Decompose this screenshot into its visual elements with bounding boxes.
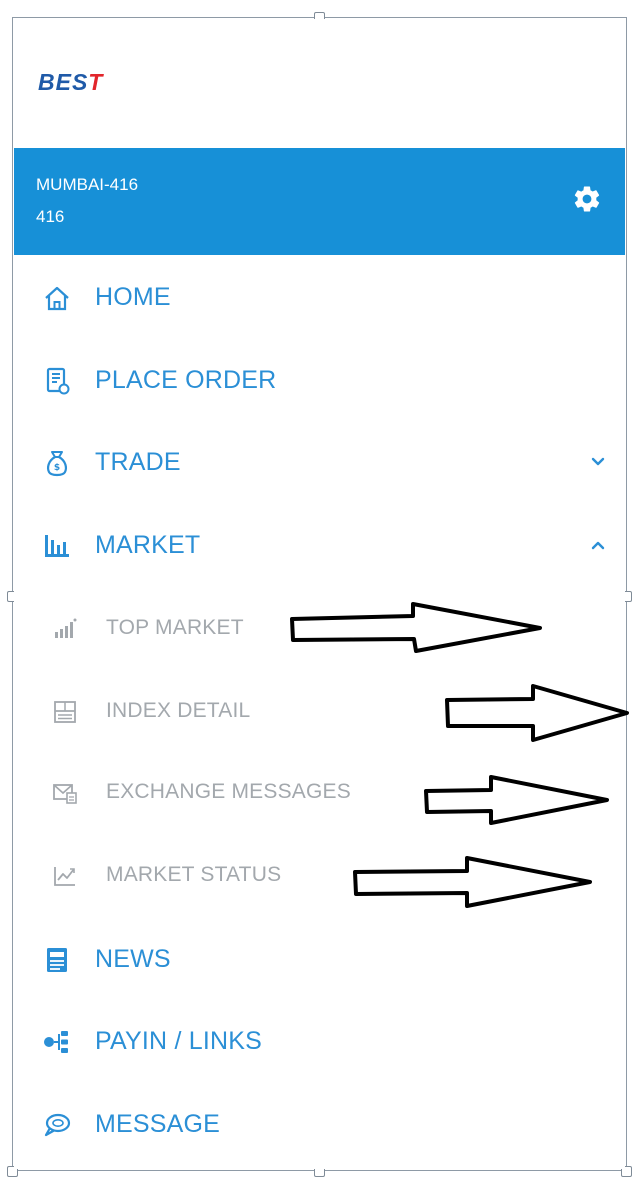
news-document-icon <box>47 948 67 972</box>
menu-item-label: PLACE ORDER <box>95 366 277 394</box>
submenu-item-label: EXCHANGE MESSAGES <box>106 780 351 803</box>
menu-item-label: HOME <box>95 283 171 311</box>
gear-icon[interactable] <box>572 184 602 214</box>
index-grid-icon <box>54 701 76 723</box>
chat-bubble-icon <box>44 1113 71 1137</box>
menu-item-label: MESSAGE <box>95 1110 221 1138</box>
submenu-item-index-detail[interactable]: INDEX DETAIL <box>14 682 625 742</box>
account-name: MUMBAI-416 <box>36 175 139 194</box>
menu-item-trade[interactable]: $ TRADE <box>14 433 625 493</box>
chevron-up-icon[interactable] <box>588 535 608 555</box>
money-bag-icon: $ <box>47 451 67 477</box>
order-receipt-icon <box>46 367 70 395</box>
menu-item-message[interactable]: MESSAGE <box>14 1095 625 1155</box>
submenu-item-exchange-messages[interactable]: EXCHANGE MESSAGES <box>14 763 625 823</box>
menu-item-label: TRADE <box>95 448 181 476</box>
brand-logo-accent: T <box>88 69 104 95</box>
chevron-down-icon[interactable] <box>588 452 608 472</box>
submenu-item-label: TOP MARKET <box>106 616 244 639</box>
submenu-item-market-status[interactable]: MARKET STATUS <box>14 846 625 906</box>
side-menu-panel: BEST MUMBAI-416 416 HOME PLACE ORDER $ T… <box>14 19 625 1169</box>
envelope-icon <box>53 784 77 804</box>
brand-logo: BEST <box>38 69 103 96</box>
menu-item-home[interactable]: HOME <box>14 268 625 328</box>
account-code: 416 <box>36 207 65 226</box>
bar-chart-icon <box>45 535 69 557</box>
menu-item-payin-links[interactable]: PAYIN / LINKS <box>14 1012 625 1072</box>
menu-item-label: PAYIN / LINKS <box>95 1027 263 1055</box>
account-header: MUMBAI-416 416 <box>14 148 625 255</box>
links-tree-icon <box>44 1031 68 1053</box>
svg-text:$: $ <box>54 463 60 473</box>
submenu-item-label: INDEX DETAIL <box>106 699 251 722</box>
menu-item-news[interactable]: NEWS <box>14 930 625 990</box>
menu-item-label: MARKET <box>95 531 201 559</box>
submenu-item-top-market[interactable]: TOP MARKET <box>14 599 625 659</box>
brand-logo-text: BES <box>38 69 89 95</box>
signal-bars-icon <box>55 618 77 638</box>
submenu-item-label: MARKET STATUS <box>106 863 282 886</box>
home-icon <box>45 286 69 311</box>
menu-item-label: NEWS <box>95 945 171 973</box>
menu-item-place-order[interactable]: PLACE ORDER <box>14 351 625 411</box>
menu-item-market[interactable]: MARKET <box>14 516 625 576</box>
trend-chart-icon <box>54 867 75 886</box>
